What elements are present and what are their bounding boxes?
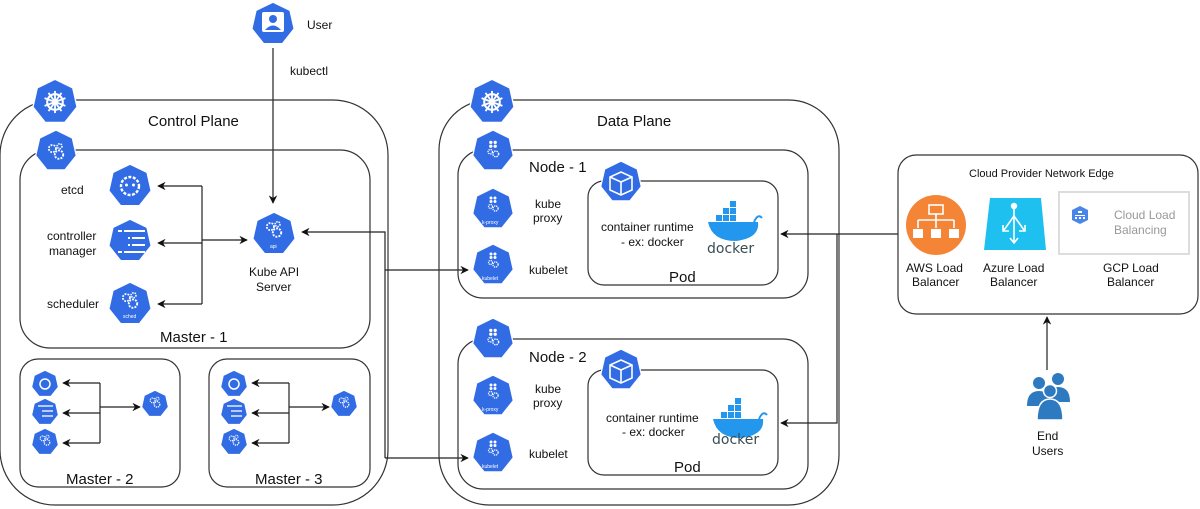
- architecture-diagram: User kubectl Control Plane Master - 1 et…: [0, 1, 1199, 506]
- node-2-kubelet[interactable]: kubelet kubelet: [472, 431, 569, 473]
- gcp-card-line2: Balancing: [1114, 223, 1167, 237]
- controller-label-line1: controller: [47, 229, 96, 243]
- kube-proxy-label-line1: kube: [535, 197, 561, 211]
- api-label-line2: Server: [256, 280, 291, 294]
- pod-1-title: Pod: [669, 269, 696, 286]
- aws-load-balancer[interactable]: AWS Load Balancer: [906, 195, 966, 289]
- kube-proxy-label-line1: kube: [535, 382, 561, 396]
- master-3-components: [220, 369, 358, 455]
- azure-load-balancer[interactable]: Azure Load Balancer: [983, 198, 1046, 289]
- docker-logo: docker: [707, 201, 763, 257]
- master-1-wires: [157, 181, 248, 309]
- pod-1-runtime-line1: container runtime: [601, 220, 694, 234]
- gcp-label-line1: GCP Load: [1103, 261, 1159, 275]
- kubectl-label: kubectl: [290, 64, 328, 78]
- pod-2-runtime-line1: container runtime: [606, 411, 699, 425]
- aws-label-line1: AWS Load: [906, 261, 963, 275]
- etcd-eye: [125, 183, 128, 187]
- end-users-label-line2: Users: [1032, 444, 1063, 458]
- node-1-kube-proxy[interactable]: k-proxy kube proxy: [472, 187, 563, 229]
- scheduler-badge: sched: [123, 314, 137, 320]
- controller-manager-icon: [108, 218, 152, 262]
- master-2-title: Master - 2: [66, 471, 134, 488]
- master-2-components: [31, 369, 169, 455]
- gcp-label-line2: Balancer: [1107, 275, 1154, 289]
- master-3-title: Master - 3: [255, 471, 323, 488]
- kube-api-server[interactable]: api Kube API Server: [249, 211, 299, 294]
- gcp-card-line1: Cloud Load: [1114, 208, 1175, 222]
- node-icon: [472, 129, 514, 171]
- kubelet-label: kubelet: [529, 447, 568, 461]
- user-node[interactable]: User: [251, 1, 333, 45]
- kubelet-label: kubelet: [529, 263, 568, 277]
- api-to-kubelet-wires: [301, 227, 469, 463]
- node-2-kube-proxy[interactable]: k-proxy kube proxy: [472, 374, 563, 416]
- node-2-title: Node - 2: [529, 349, 587, 366]
- pod-2-title: Pod: [674, 459, 701, 476]
- users-group-icon: [1027, 373, 1070, 421]
- azure-label-line1: Azure Load: [983, 261, 1044, 275]
- master-1-title: Master - 1: [160, 329, 228, 346]
- api-badge: api: [270, 244, 277, 250]
- user-label: User: [307, 18, 332, 32]
- controller-label-line2: manager: [49, 244, 96, 258]
- etcd-icon: [108, 163, 152, 207]
- user-icon-head: [269, 15, 277, 23]
- gcp-load-balancer[interactable]: Cloud Load Balancing GCP Load Balancer: [1058, 191, 1190, 289]
- node-1-kubelet[interactable]: kubelet kubelet: [472, 243, 569, 285]
- docker-logo: docker: [712, 398, 768, 448]
- api-label-line1: Kube API: [249, 265, 299, 279]
- hierarchy-leaf-glyphs: [913, 229, 959, 238]
- docker-wordmark: docker: [707, 241, 754, 257]
- node-1-title: Node - 1: [529, 159, 587, 176]
- pod-2-runtime-line2: - ex: docker: [622, 425, 685, 439]
- node-icon: [472, 317, 514, 359]
- azure-label-line2: Balancer: [990, 275, 1037, 289]
- end-users-node[interactable]: End Users: [1027, 373, 1070, 458]
- data-plane-title: Data Plane: [597, 113, 671, 130]
- docker-wordmark: docker: [712, 432, 759, 448]
- kube-proxy-badge: k-proxy: [482, 407, 499, 413]
- kubelet-badge: kubelet: [482, 464, 499, 470]
- aws-label-line2: Balancer: [912, 275, 959, 289]
- kube-proxy-label-line2: proxy: [533, 211, 562, 225]
- etcd-label: etcd: [61, 183, 84, 197]
- pod-1-runtime-line2: - ex: docker: [621, 235, 684, 249]
- kubelet-badge: kubelet: [482, 276, 499, 282]
- end-users-label-line1: End: [1037, 429, 1058, 443]
- controller-manager-component[interactable]: controller manager: [47, 218, 152, 262]
- etcd-component[interactable]: etcd: [61, 163, 152, 207]
- kube-proxy-label-line2: proxy: [533, 396, 562, 410]
- cloud-edge-title: Cloud Provider Network Edge: [969, 168, 1114, 180]
- etcd-eye: [132, 183, 135, 187]
- control-plane-title: Control Plane: [148, 113, 239, 130]
- scheduler-label: scheduler: [47, 297, 99, 311]
- scheduler-component[interactable]: sched scheduler: [47, 281, 152, 325]
- kube-proxy-badge: k-proxy: [482, 220, 499, 226]
